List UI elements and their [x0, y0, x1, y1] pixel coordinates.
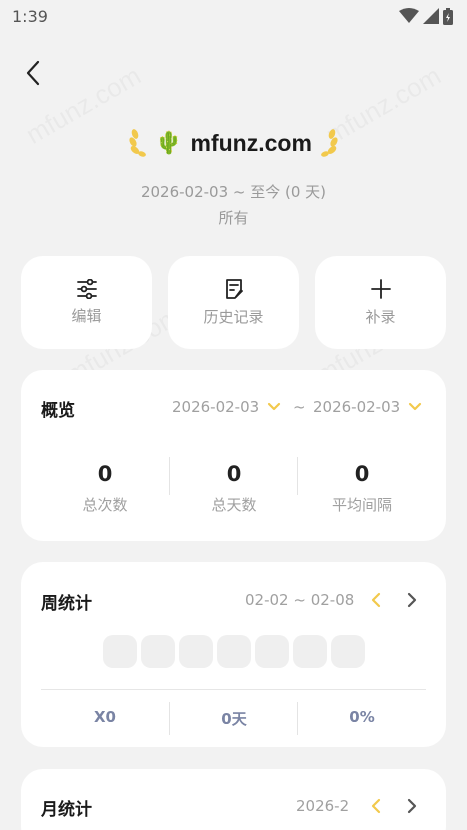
signal-icon [423, 8, 439, 24]
prev-week-button[interactable] [367, 591, 385, 609]
divider [41, 689, 426, 690]
overview-end-date-select[interactable]: 2026-02-03 [313, 398, 422, 416]
avg-interval-label: 平均间隔 [331, 496, 392, 514]
sliders-icon [76, 279, 97, 299]
page-header: 🌵 mfunz.com [0, 128, 467, 158]
chevron-left-icon [26, 60, 40, 86]
chevron-down-icon [268, 402, 281, 411]
monthly-title: 月统计 [41, 800, 92, 820]
weekly-title: 周统计 [41, 594, 92, 614]
edit-button[interactable]: 编辑 [21, 256, 152, 349]
chevron-down-icon [409, 402, 422, 411]
day-cell [293, 635, 327, 668]
chevron-right-icon [407, 592, 417, 608]
cactus-emoji: 🌵 [155, 130, 183, 156]
laurel-left-icon [129, 129, 146, 157]
weekly-range-text: 02-02 ~ 02-08 [245, 591, 355, 609]
overview-title: 概览 [41, 401, 75, 421]
day-cell [141, 635, 175, 668]
plus-icon [370, 279, 391, 299]
wifi-icon [399, 8, 419, 23]
avg-interval-value: 0 [354, 462, 370, 486]
day-cell [103, 635, 137, 668]
day-cell [217, 635, 251, 668]
history-button[interactable]: 历史记录 [168, 256, 299, 349]
weekly-days: 0天 [221, 710, 247, 728]
day-cell [255, 635, 289, 668]
status-time: 1:39 [12, 6, 48, 26]
edit-label: 编辑 [71, 307, 102, 325]
next-week-button[interactable] [403, 591, 421, 609]
prev-month-button[interactable] [367, 797, 385, 815]
chevron-left-icon [371, 798, 381, 814]
status-bar: 1:39 [0, 0, 467, 32]
monthly-month-text: 2026-2 [296, 797, 350, 815]
chevron-right-icon [407, 798, 417, 814]
weekly-count: X0 [93, 708, 116, 726]
period-scope: 所有 [218, 209, 249, 227]
day-cell [331, 635, 365, 668]
add-record-label: 补录 [365, 308, 396, 326]
history-label: 历史记录 [203, 308, 264, 326]
monthly-month: 2026-2 [296, 797, 349, 815]
day-cell [179, 635, 213, 668]
chevron-left-icon [371, 592, 381, 608]
separator-text: ~ [293, 398, 306, 416]
total-count-label: 总次数 [82, 496, 128, 514]
history-note-icon [225, 279, 243, 299]
back-button[interactable] [18, 56, 48, 90]
page-title: mfunz.com [190, 129, 312, 156]
laurel-right-icon [321, 129, 338, 157]
total-days-value: 0 [226, 462, 242, 486]
weekly-percent: 0% [349, 708, 375, 726]
total-count-value: 0 [97, 462, 113, 486]
period-range: 2026-02-03 ~ 至今 (0 天) [140, 183, 327, 201]
next-month-button[interactable] [403, 797, 421, 815]
overview-card [21, 370, 446, 541]
total-days-label: 总天数 [211, 496, 257, 514]
date-separator: ~ [293, 398, 306, 416]
status-icons [399, 7, 453, 25]
end-date: 2026-02-03 [313, 398, 401, 416]
weekly-range: 02-02 ~ 02-08 [245, 591, 354, 609]
overview-start-date-select[interactable]: 2026-02-03 [172, 398, 281, 416]
add-record-button[interactable]: 补录 [315, 256, 446, 349]
battery-icon [443, 7, 453, 25]
start-date: 2026-02-03 [172, 398, 260, 416]
